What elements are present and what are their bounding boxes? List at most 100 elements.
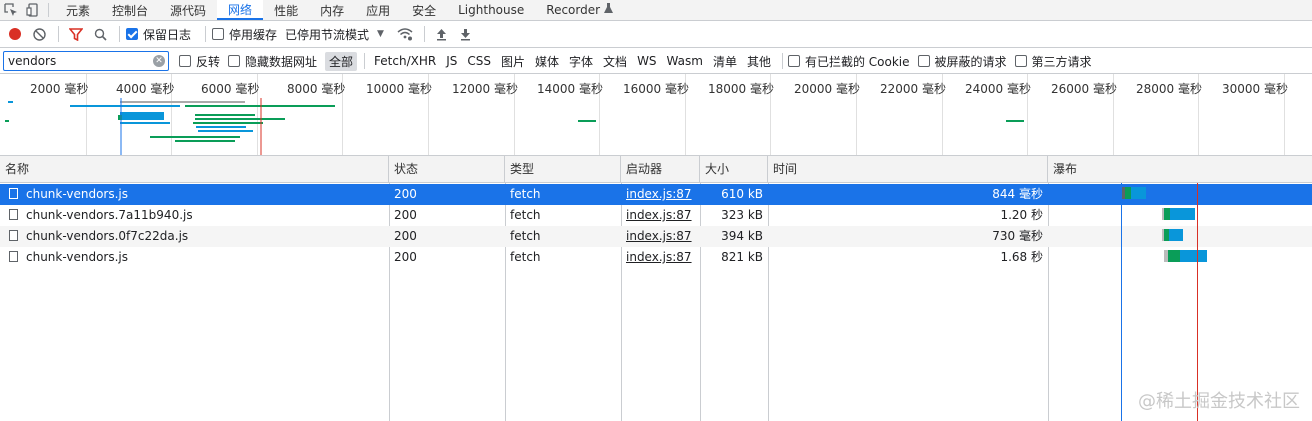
device-toolbar-icon[interactable] (22, 0, 44, 20)
initiator-link[interactable]: index.js:87 (621, 247, 700, 268)
request-name-cell: chunk-vendors.js (0, 184, 389, 205)
table-row[interactable]: chunk-vendors.js 200 fetch index.js:87 8… (0, 247, 1312, 268)
disable-cache-label: 停用缓存 (229, 27, 278, 42)
time-cell: 1.68 秒 (1000, 250, 1043, 264)
table-row[interactable]: chunk-vendors.7a11b940.js 200 fetch inde… (0, 205, 1312, 226)
filter-type-css[interactable]: CSS (463, 53, 495, 69)
file-icon (9, 251, 18, 262)
invert-check-icon (179, 55, 191, 67)
dom-content-loaded-line (1121, 183, 1122, 421)
table-row[interactable]: chunk-vendors.0f7c22da.js 200 fetch inde… (0, 226, 1312, 247)
filter-type-wasm[interactable]: Wasm (663, 53, 707, 69)
clear-filter-icon[interactable]: ✕ (153, 55, 165, 67)
toolbar-separator (205, 26, 207, 42)
tab-sources[interactable]: 源代码 (159, 0, 217, 20)
waterfall-download-bar (1169, 229, 1183, 241)
export-har-button[interactable] (455, 23, 477, 45)
column-header-name[interactable]: 名称 (0, 156, 389, 183)
size-cell: 610 kB (721, 187, 763, 201)
filter-type-font[interactable]: 字体 (565, 52, 597, 71)
disable-cache-check-icon (212, 28, 225, 40)
filter-type-doc[interactable]: 文档 (599, 52, 631, 71)
inspect-element-icon[interactable] (0, 0, 22, 20)
waterfall-download-bar (1180, 250, 1207, 262)
network-conditions-button[interactable] (394, 23, 416, 45)
request-name-cell: chunk-vendors.7a11b940.js (0, 205, 389, 226)
filter-type-all[interactable]: 全部 (325, 51, 358, 71)
tab-lighthouse[interactable]: Lighthouse (447, 0, 535, 20)
column-header-type[interactable]: 类型 (505, 156, 621, 183)
filter-type-img[interactable]: 图片 (497, 52, 529, 71)
initiator-link[interactable]: index.js:87 (621, 205, 700, 226)
blocked-cookies-checkbox[interactable]: 有已拦截的 Cookie (787, 53, 910, 70)
filter-bar: vendors ✕ 反转 隐藏数据网址 全部 Fetch/XHR JS CSS … (0, 49, 1312, 74)
tab-security[interactable]: 安全 (401, 0, 447, 20)
tab-memory[interactable]: 内存 (309, 0, 355, 20)
waterfall-download-bar (1131, 187, 1146, 199)
filter-type-manifest[interactable]: 清单 (709, 52, 741, 71)
column-header-initiator[interactable]: 启动器 (621, 156, 700, 183)
table-header: 名称 状态 类型 启动器 大小 时间 瀑布 (0, 156, 1312, 183)
column-header-status[interactable]: 状态 (389, 156, 505, 183)
filter-type-media[interactable]: 媒体 (531, 52, 563, 71)
filter-toggle-button[interactable] (65, 23, 87, 45)
filter-type-other[interactable]: 其他 (743, 52, 775, 71)
request-name: chunk-vendors.7a11b940.js (26, 208, 193, 222)
experiment-flask-icon (604, 3, 614, 17)
filter-input[interactable]: vendors ✕ (3, 51, 169, 71)
toolbar-separator (423, 26, 425, 42)
hide-data-urls-label: 隐藏数据网址 (245, 54, 318, 69)
overview-activity-graph (5, 98, 1024, 155)
table-row[interactable]: chunk-vendors.js 200 fetch index.js:87 6… (0, 184, 1312, 205)
disable-cache-checkbox[interactable]: 停用缓存 (212, 26, 277, 43)
hide-data-urls-check-icon (228, 55, 241, 67)
import-har-button[interactable] (431, 23, 453, 45)
search-button[interactable] (89, 23, 111, 45)
initiator-link[interactable]: index.js:87 (621, 184, 700, 205)
toolbar-separator (119, 26, 120, 42)
record-icon (9, 28, 21, 40)
upload-icon (437, 28, 447, 40)
tab-recorder[interactable]: Recorder (535, 0, 624, 20)
type-cell: fetch (510, 229, 541, 243)
filter-type-js[interactable]: JS (442, 53, 461, 69)
tab-elements[interactable]: 元素 (55, 0, 101, 20)
clear-button[interactable] (28, 23, 50, 45)
request-name: chunk-vendors.js (26, 187, 129, 201)
blocked-requests-check-icon (917, 55, 930, 67)
filter-type-fetch-xhr[interactable]: Fetch/XHR (370, 53, 440, 69)
overview-timeline[interactable]: 2000 毫秒 4000 毫秒 6000 毫秒 8000 毫秒 10000 毫秒… (0, 74, 1312, 156)
tab-application[interactable]: 应用 (355, 0, 401, 20)
hide-data-urls-checkbox[interactable]: 隐藏数据网址 (228, 53, 317, 70)
column-header-time[interactable]: 时间 (768, 156, 1048, 183)
tab-recorder-label: Recorder (546, 3, 601, 17)
throttling-select[interactable]: 已停用节流模式 (285, 26, 369, 43)
blocked-cookies-check-icon (787, 55, 800, 67)
clear-icon (32, 27, 46, 41)
watermark: @稀土掘金技术社区 (1138, 391, 1300, 412)
invert-checkbox[interactable]: 反转 (179, 53, 220, 70)
status-cell: 200 (394, 250, 417, 264)
blocked-cookies-label: 有已拦截的 Cookie (804, 54, 910, 69)
column-header-waterfall[interactable]: 瀑布 (1048, 156, 1312, 183)
preserve-log-checkbox[interactable]: 保留日志 (126, 26, 191, 43)
tab-network[interactable]: 网络 (217, 0, 264, 20)
tab-performance[interactable]: 性能 (263, 0, 309, 20)
status-cell: 200 (394, 208, 417, 222)
tabbar-separator (48, 3, 49, 17)
request-name-cell: chunk-vendors.0f7c22da.js (0, 226, 389, 247)
record-button[interactable] (4, 23, 26, 45)
filter-type-ws[interactable]: WS (633, 53, 660, 69)
third-party-checkbox[interactable]: 第三方请求 (1014, 53, 1092, 70)
filter-separator (364, 53, 366, 69)
blocked-requests-checkbox[interactable]: 被屏蔽的请求 (917, 53, 1007, 70)
initiator-link[interactable]: index.js:87 (621, 226, 700, 247)
network-toolbar: 保留日志 停用缓存 已停用节流模式 ▼ (0, 21, 1312, 48)
type-cell: fetch (510, 187, 541, 201)
invert-label: 反转 (196, 54, 221, 69)
column-header-size[interactable]: 大小 (700, 156, 768, 183)
tab-console[interactable]: 控制台 (101, 0, 159, 20)
status-cell: 200 (394, 229, 417, 243)
file-icon (9, 209, 18, 220)
waterfall-download-bar (1170, 208, 1195, 220)
